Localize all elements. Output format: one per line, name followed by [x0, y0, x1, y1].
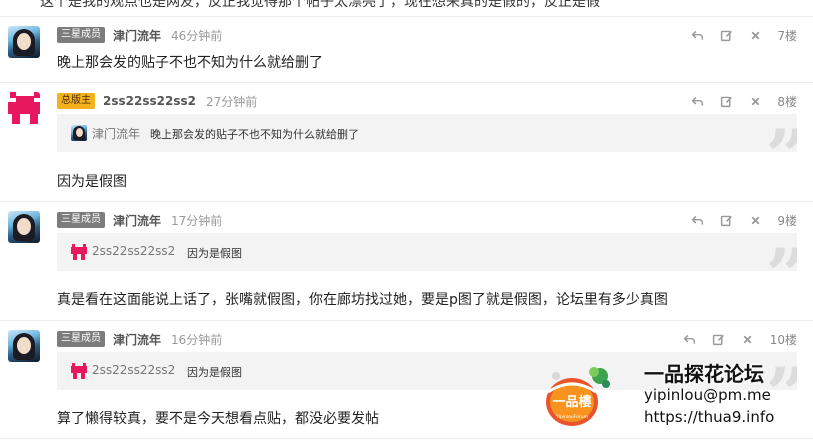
close-icon[interactable] [747, 27, 763, 43]
quote-text: 晚上那会发的贴子不也不知为什么就给删了 [150, 128, 359, 141]
quote-avatar [71, 125, 87, 141]
site-watermark: 一品樓 YipinlouForum 一品探花论坛 yipinlou@pm.me … [538, 356, 813, 446]
close-icon[interactable] [747, 212, 763, 228]
rank-badge: 三星成员 [57, 212, 105, 228]
username-link[interactable]: 津门流年 [113, 27, 161, 44]
close-icon[interactable] [740, 331, 756, 347]
username-link[interactable]: 津门流年 [113, 331, 161, 348]
quote-avatar [71, 244, 87, 260]
quote-author[interactable]: 津门流年 [92, 125, 140, 142]
post-content: 晚上那会发的贴子不也不知为什么就给删了 [57, 55, 323, 71]
close-icon[interactable] [747, 93, 763, 109]
avatar[interactable] [8, 26, 40, 58]
avatar[interactable] [8, 211, 40, 243]
forum-logo-icon: 一品樓 YipinlouForum [546, 367, 610, 426]
logo-subtext: YipinlouForum [555, 414, 588, 420]
post-meta: 总版主 2ss22ss22ss2 27分钟前 [57, 92, 257, 110]
edit-icon[interactable] [711, 331, 727, 347]
quote-block: 津门流年 晚上那会发的贴子不也不知为什么就给删了 ” [57, 114, 797, 152]
quote-author[interactable]: 2ss22ss22ss2 [92, 244, 175, 258]
username-link[interactable]: 2ss22ss22ss2 [103, 94, 196, 108]
post-actions: 9楼 [676, 211, 797, 229]
previous-post-text: 这个是我的观点也是网友，反正我觉得那个帖子太漂亮了，现在想来真的是假的，反正是假 [40, 0, 600, 10]
quote-mark-icon: ” [766, 120, 797, 153]
post-divider [0, 201, 813, 202]
edit-icon[interactable] [718, 93, 734, 109]
rank-badge: 总版主 [57, 93, 95, 109]
edit-icon[interactable] [718, 27, 734, 43]
watermark-title: 一品探花论坛 [644, 362, 764, 386]
rank-badge: 三星成员 [57, 27, 105, 43]
post-actions: 7楼 [676, 26, 797, 44]
floor-number[interactable]: 8楼 [777, 93, 797, 110]
edit-icon[interactable] [718, 212, 734, 228]
post-content: 真是看在这面能说上话了，张嘴就假图，你在廊坊找过她，要是p图了就是假图，论坛里有… [57, 292, 668, 308]
reply-icon[interactable] [682, 331, 698, 347]
username-link[interactable]: 津门流年 [113, 212, 161, 229]
post-time: 27分钟前 [205, 94, 258, 109]
post-divider [0, 320, 813, 321]
quote-mark-icon: ” [766, 239, 797, 272]
post-time: 46分钟前 [171, 28, 223, 43]
quote-block: 2ss22ss22ss2 因为是假图 ” [57, 233, 797, 271]
quote-avatar [71, 363, 87, 379]
post-content: 因为是假图 [57, 174, 127, 190]
post-meta: 三星成员 津门流年 46分钟前 [57, 26, 222, 44]
watermark-url: https://thua9.info [644, 408, 775, 426]
floor-number[interactable]: 10楼 [770, 331, 797, 348]
quote-author[interactable]: 2ss22ss22ss2 [92, 363, 175, 377]
rank-badge: 三星成员 [57, 331, 105, 347]
post-time: 16分钟前 [171, 332, 223, 347]
post-time: 17分钟前 [171, 213, 223, 228]
floor-number[interactable]: 7楼 [777, 27, 797, 44]
post-divider [0, 16, 813, 17]
post-actions: 8楼 [676, 92, 797, 110]
post-divider [0, 82, 813, 83]
post-meta: 三星成员 津门流年 16分钟前 [57, 330, 222, 348]
reply-icon[interactable] [689, 93, 705, 109]
avatar[interactable] [8, 330, 40, 362]
post-meta: 三星成员 津门流年 17分钟前 [57, 211, 222, 229]
post-content: 算了懒得较真，要不是今天想看点贴，都没必要发帖 [57, 411, 379, 427]
reply-icon[interactable] [689, 27, 705, 43]
logo-text: 一品樓 [552, 394, 591, 410]
quote-text: 因为是假图 [187, 366, 242, 379]
avatar[interactable] [8, 92, 40, 124]
watermark-email: yipinlou@pm.me [644, 386, 771, 404]
reply-icon[interactable] [689, 212, 705, 228]
floor-number[interactable]: 9楼 [777, 212, 797, 229]
post-actions: 10楼 [669, 330, 797, 348]
quote-text: 因为是假图 [187, 247, 242, 260]
